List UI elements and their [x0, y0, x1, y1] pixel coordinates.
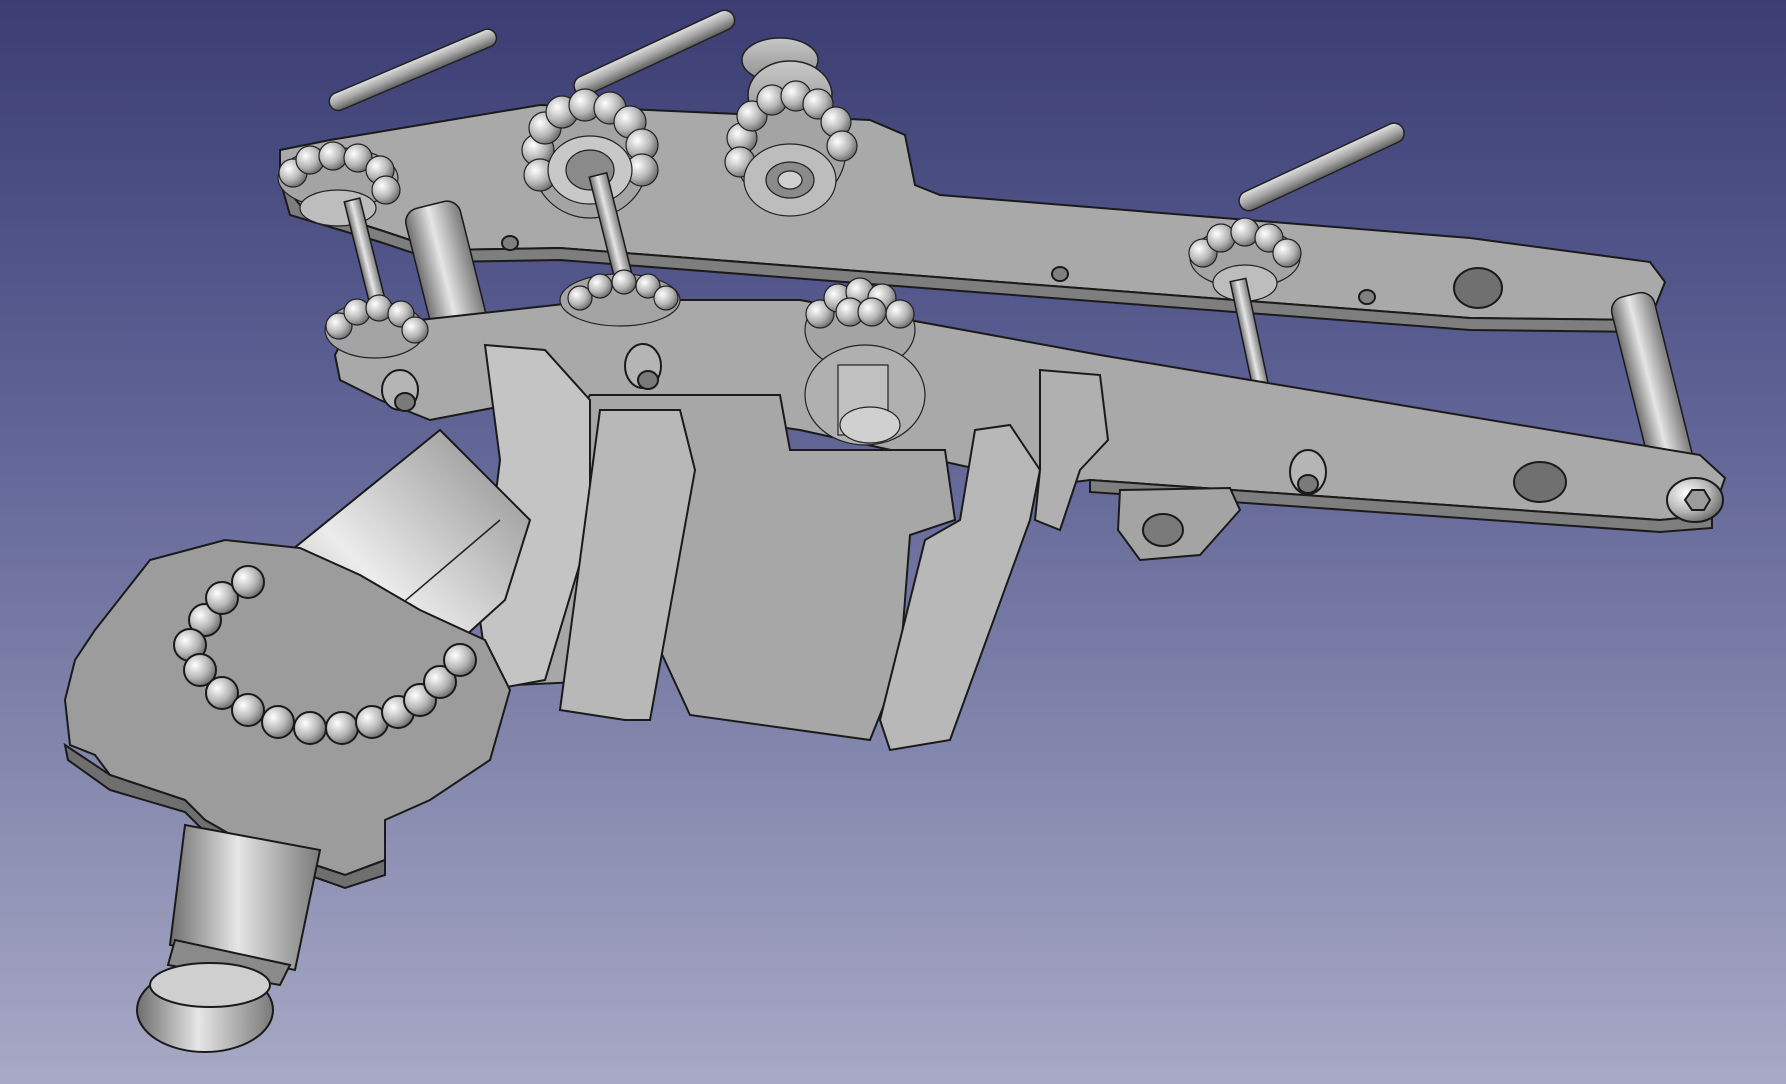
upper-arm: [279, 103, 1667, 334]
spindle: [136, 823, 322, 1053]
3d-model-render[interactable]: [0, 0, 1786, 1084]
3d-viewport[interactable]: [0, 0, 1786, 1084]
